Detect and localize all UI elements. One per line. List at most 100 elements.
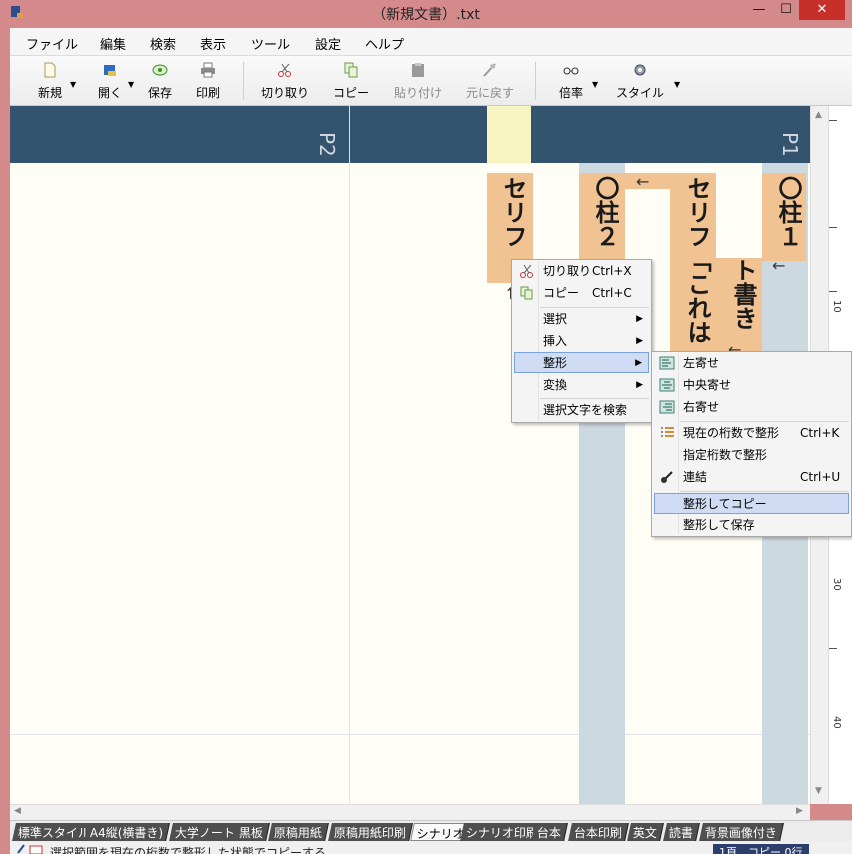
- status-message: 選択範囲を現在の桁数で整形した状態でコピーする: [50, 846, 327, 854]
- page-divider: [349, 106, 350, 804]
- menu-edit[interactable]: 編集: [100, 34, 126, 53]
- ctx-cut[interactable]: 切り取り Ctrl+X: [514, 261, 649, 282]
- page-label-p2: P2: [315, 132, 339, 157]
- close-button[interactable]: ✕: [799, 0, 845, 20]
- ctx-search-selected[interactable]: 選択文字を検索: [514, 400, 649, 421]
- align-right-icon: [659, 400, 675, 414]
- status-position: 1頁 コピー 0行: [713, 844, 809, 854]
- tab-reading[interactable]: 読書: [663, 823, 700, 841]
- tab-blackboard[interactable]: 黒板: [233, 823, 270, 841]
- join-link-icon: [661, 471, 673, 483]
- submenu-arrow-icon: ▶: [635, 358, 642, 368]
- save-disk-icon: [152, 64, 168, 76]
- menu-separator: [540, 398, 649, 399]
- ruler-number: 10: [831, 300, 842, 313]
- align-center-icon: [659, 378, 675, 392]
- tab-bg-image[interactable]: 背景画像付き: [699, 823, 784, 841]
- submenu-format-specified[interactable]: 指定桁数で整形: [654, 445, 849, 466]
- minimize-button[interactable]: —: [745, 0, 773, 20]
- tab-notebook[interactable]: 大学ノート: [169, 823, 242, 841]
- new-document-icon: [44, 62, 56, 78]
- new-button[interactable]: 新規 ▼: [30, 60, 76, 102]
- ctx-select[interactable]: 選択 ▶: [514, 309, 649, 330]
- ruler-number: 40: [831, 716, 842, 729]
- title-bar: （新規文書）.txt — ☐ ✕: [0, 0, 852, 28]
- style-button[interactable]: スタイル ▼: [610, 60, 680, 102]
- editor-window: （新規文書）.txt — ☐ ✕ ファイル 編集 検索 表示 ツール 設定 ヘル…: [0, 0, 852, 854]
- page-bottom-line: [10, 734, 810, 735]
- toolbar-separator: [535, 62, 536, 100]
- print-button[interactable]: 印刷: [190, 60, 226, 102]
- menu-search[interactable]: 検索: [150, 34, 176, 53]
- text-pillar-1: 〇柱１: [774, 176, 802, 248]
- submenu-format-current[interactable]: 現在の桁数で整形 Ctrl+K: [654, 423, 849, 444]
- menu-file[interactable]: ファイル: [26, 34, 78, 53]
- ctx-copy[interactable]: コピー Ctrl+C: [514, 283, 649, 304]
- page-label-p1: P1: [778, 132, 802, 157]
- menu-separator: [680, 491, 849, 492]
- ruler-tick: [829, 648, 837, 649]
- copy-button[interactable]: コピー: [328, 60, 374, 102]
- submenu-align-center[interactable]: 中央寄せ: [654, 375, 849, 396]
- cut-button[interactable]: 切り取り: [256, 60, 314, 102]
- tab-daihon[interactable]: 台本: [531, 823, 568, 841]
- submenu-arrow-icon: ▶: [636, 336, 643, 346]
- ctx-convert[interactable]: 変換 ▶: [514, 375, 649, 396]
- status-bar: 選択範囲を現在の桁数で整形した状態でコピーする 1頁 コピー 0行: [10, 842, 852, 854]
- zoom-dropdown-icon[interactable]: ▼: [592, 80, 598, 89]
- menu-tools[interactable]: ツール: [251, 34, 290, 53]
- ctx-insert[interactable]: 挿入 ▶: [514, 331, 649, 352]
- submenu-join[interactable]: 連結 Ctrl+U: [654, 467, 849, 488]
- align-left-icon: [659, 356, 675, 370]
- menu-separator: [680, 421, 849, 422]
- open-button[interactable]: 開く ▼: [90, 60, 134, 102]
- menu-help[interactable]: ヘルプ: [365, 34, 404, 53]
- format-submenu: 左寄せ 中央寄せ 右寄せ 現在の桁数で整形 Ctrl+K 指定桁数で整形 連結 …: [651, 351, 852, 537]
- linebreak-arrow: ←: [636, 172, 650, 191]
- scroll-down-icon[interactable]: ▼: [815, 786, 822, 796]
- gear-style-icon: [634, 64, 646, 76]
- menu-view[interactable]: 表示: [200, 34, 226, 53]
- tab-genko-print[interactable]: 原稿用紙印刷: [328, 823, 413, 841]
- submenu-align-right[interactable]: 右寄せ: [654, 397, 849, 418]
- submenu-arrow-icon: ▶: [636, 314, 643, 324]
- cursor-cell-highlight: [487, 106, 531, 163]
- ruler-tick: [829, 227, 837, 228]
- scroll-up-icon[interactable]: ▲: [815, 110, 822, 120]
- text-dialog-2: セリフ: [499, 176, 527, 248]
- glasses-icon: [563, 67, 579, 75]
- tab-english[interactable]: 英文: [627, 823, 664, 841]
- scissors-icon: [520, 264, 533, 278]
- style-dropdown-icon[interactable]: ▼: [674, 80, 680, 89]
- ctx-format[interactable]: 整形 ▶: [514, 352, 649, 373]
- menu-settings[interactable]: 設定: [315, 34, 341, 53]
- scroll-left-icon[interactable]: ◀: [14, 806, 21, 816]
- undo-button[interactable]: 元に戻す: [462, 60, 518, 102]
- scroll-right-icon[interactable]: ▶: [796, 806, 803, 816]
- window-title: （新規文書）.txt: [372, 7, 480, 23]
- submenu-format-save[interactable]: 整形して保存: [654, 515, 849, 536]
- paste-clipboard-icon: [412, 63, 424, 77]
- submenu-format-copy[interactable]: 整形してコピー: [654, 493, 849, 514]
- tab-genko[interactable]: 原稿用紙: [268, 823, 329, 841]
- printer-icon: [201, 62, 215, 78]
- list-format-icon: [661, 427, 674, 437]
- tab-a4[interactable]: A4縦(横書き): [84, 823, 171, 841]
- zoom-button[interactable]: 倍率 ▼: [552, 60, 598, 102]
- text-togaki: ト書き: [729, 258, 757, 330]
- open-dropdown-icon[interactable]: ▼: [128, 80, 134, 89]
- ruler-tick: [829, 291, 837, 292]
- status-help-icon: [17, 844, 43, 854]
- open-folder-icon: [104, 65, 116, 76]
- horizontal-scrollbar[interactable]: ◀ ▶: [10, 804, 810, 820]
- submenu-align-left[interactable]: 左寄せ: [654, 353, 849, 374]
- maximize-button[interactable]: ☐: [773, 0, 799, 20]
- style-tab-bar: 標準スタイル A4縦(横書き) 大学ノート 黒板 原稿用紙 原稿用紙印刷 シナリ…: [10, 820, 852, 842]
- tab-daihon-print[interactable]: 台本印刷: [568, 823, 629, 841]
- copy-icon: [520, 286, 533, 300]
- new-dropdown-icon[interactable]: ▼: [70, 80, 76, 89]
- submenu-arrow-icon: ▶: [636, 380, 643, 390]
- save-button[interactable]: 保存: [142, 60, 178, 102]
- ruler-number: 30: [831, 578, 842, 591]
- paste-button[interactable]: 貼り付け: [390, 60, 446, 102]
